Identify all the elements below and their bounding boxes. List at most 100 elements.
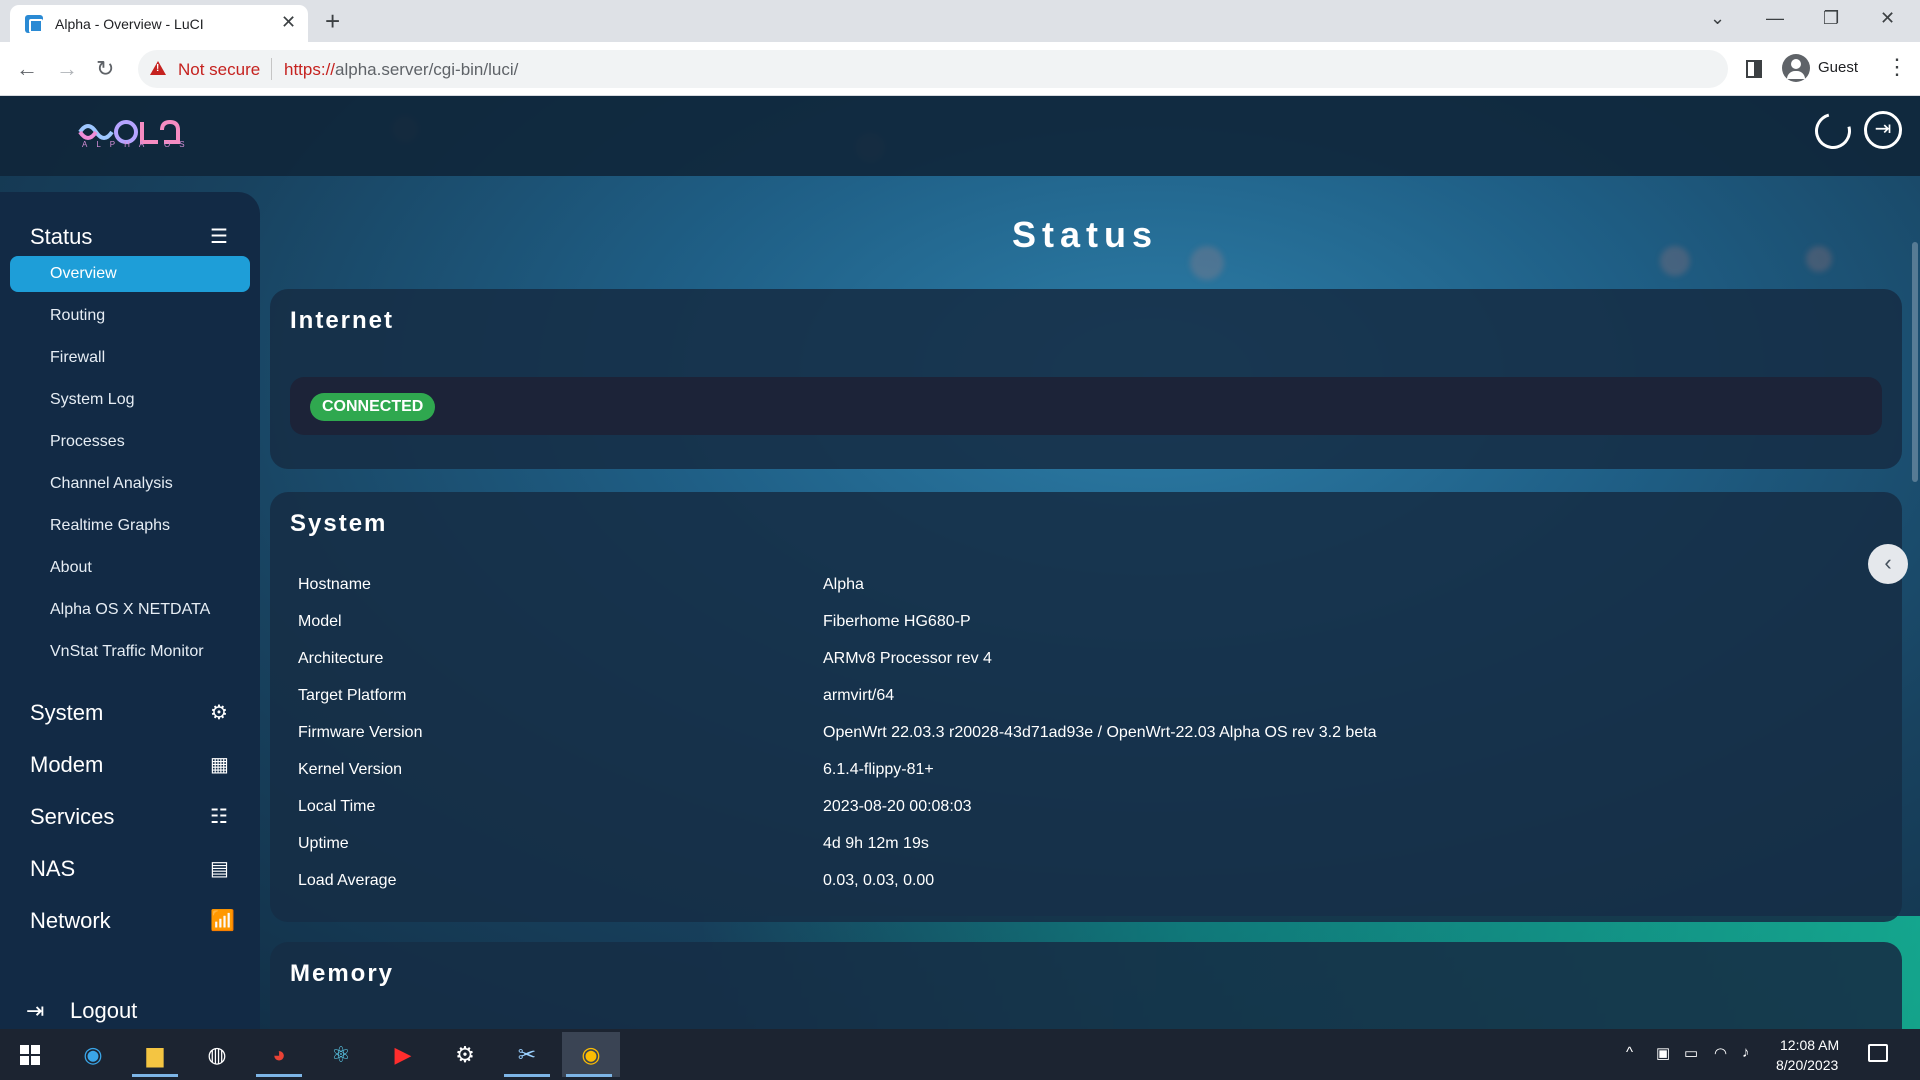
forward-arrow-icon[interactable]: →: [56, 56, 78, 82]
luci-page: ALPHA OS ⇥ Status ☰ Overview Routing Fir…: [0, 96, 1920, 1029]
browser-tab-bar: Alpha - Overview - LuCI ✕ + ⌄ — ❐ ✕: [0, 0, 1920, 42]
info-value: Fiberhome HG680-P: [823, 613, 971, 630]
url-path: alpha.server/cgi-bin/luci/: [335, 60, 519, 79]
tray-chevron-up-icon[interactable]: ^: [1626, 1044, 1633, 1061]
system-card: System Hostname Alpha Model Fiberhome HG…: [270, 492, 1902, 922]
scrollbar[interactable]: [1912, 242, 1918, 482]
sidebar-item-realtime-graphs[interactable]: Realtime Graphs: [10, 508, 250, 544]
info-value: 6.1.4-flippy-81+: [823, 761, 934, 778]
logout-icon: ⇥: [26, 998, 45, 1023]
restore-icon[interactable]: ❐: [1823, 8, 1839, 29]
info-value: OpenWrt 22.03.3 r20028-43d71ad93e / Open…: [823, 724, 1377, 741]
logout-header-icon[interactable]: ⇥: [1864, 111, 1902, 149]
browser-tab[interactable]: Alpha - Overview - LuCI ✕: [10, 5, 308, 42]
url-scheme: https://: [284, 60, 336, 79]
memory-card: Memory: [270, 942, 1902, 1029]
info-label: Local Time: [298, 798, 376, 815]
media-player-icon[interactable]: ▶: [376, 1032, 430, 1077]
tab-search-chevron-icon[interactable]: ⌄: [1710, 8, 1725, 29]
not-secure-label[interactable]: Not secure: [178, 60, 260, 80]
tray-device-icon[interactable]: ▣: [1656, 1044, 1670, 1062]
sidebar-item-overview[interactable]: Overview: [10, 256, 250, 292]
info-value: 2023-08-20 00:08:03: [823, 798, 972, 815]
reload-icon[interactable]: ↻: [96, 56, 114, 82]
volume-icon[interactable]: ♪: [1742, 1044, 1750, 1061]
info-value: 0.03, 0.03, 0.00: [823, 872, 935, 889]
wifi-icon[interactable]: ◠: [1714, 1044, 1727, 1062]
sidebar-section-nas[interactable]: NAS: [30, 856, 75, 882]
refresh-icon[interactable]: [1808, 106, 1858, 156]
profile-label[interactable]: Guest: [1818, 59, 1858, 76]
list-icon: ☰: [210, 226, 228, 248]
chrome-icon[interactable]: ◉: [562, 1032, 620, 1077]
app-running-indicator: [504, 1074, 550, 1077]
sidebar-item-about[interactable]: About: [10, 550, 250, 586]
info-label: Model: [298, 613, 342, 630]
notification-center-icon[interactable]: [1868, 1044, 1888, 1062]
chevron-left-icon[interactable]: ‹: [1868, 544, 1908, 584]
sidebar: Status ☰ Overview Routing Firewall Syste…: [0, 192, 260, 1029]
internet-card: Internet CONNECTED: [270, 289, 1902, 469]
storage-icon: ▤: [210, 858, 229, 880]
sidebar-item-firewall[interactable]: Firewall: [10, 340, 250, 376]
windows-start-icon[interactable]: [20, 1045, 40, 1065]
app-running-indicator: [132, 1074, 178, 1077]
edge-icon[interactable]: ◉: [66, 1032, 120, 1077]
sidebar-item-channel-analysis[interactable]: Channel Analysis: [10, 466, 250, 502]
sidebar-item-processes[interactable]: Processes: [10, 424, 250, 460]
internet-status-panel: CONNECTED: [290, 377, 1882, 435]
battery-icon[interactable]: ▭: [1684, 1044, 1698, 1062]
luci-header: ALPHA OS ⇥: [0, 96, 1920, 176]
sidebar-item-system-log[interactable]: System Log: [10, 382, 250, 418]
chrome-profile-icon[interactable]: ◕: [252, 1032, 306, 1077]
antenna-icon: 📶: [210, 910, 235, 932]
url-separator: [271, 58, 272, 80]
info-label: Target Platform: [298, 687, 407, 704]
sidebar-item-netdata[interactable]: Alpha OS X NETDATA: [10, 592, 250, 628]
back-arrow-icon[interactable]: ←: [16, 56, 38, 82]
close-tab-icon[interactable]: ✕: [281, 12, 296, 33]
app-running-indicator: [566, 1074, 612, 1077]
clock-time[interactable]: 12:08 AM: [1780, 1037, 1839, 1053]
browser-menu-icon[interactable]: ⋮: [1886, 54, 1908, 80]
info-value: ARMv8 Processor rev 4: [823, 650, 992, 667]
side-panel-icon[interactable]: [1746, 60, 1762, 78]
clock-date[interactable]: 8/20/2023: [1776, 1057, 1838, 1073]
profile-avatar-icon[interactable]: [1782, 54, 1810, 82]
sidebar-logout[interactable]: Logout: [70, 998, 137, 1024]
logo-subtitle: ALPHA OS: [82, 140, 194, 149]
url-input[interactable]: Not secure https://alpha.server/cgi-bin/…: [138, 50, 1728, 88]
page-title: Status: [1011, 214, 1159, 255]
minimize-icon[interactable]: —: [1766, 8, 1784, 29]
warning-triangle-icon: [150, 61, 166, 75]
new-tab-button[interactable]: +: [325, 6, 340, 37]
snipping-tool-icon[interactable]: ✂: [500, 1032, 554, 1077]
settings-gear-icon[interactable]: ⚙: [438, 1032, 492, 1077]
url-text: https://alpha.server/cgi-bin/luci/: [284, 60, 518, 80]
whatsapp-icon[interactable]: ◍: [190, 1032, 244, 1077]
luci-favicon-icon: [25, 15, 43, 33]
address-bar: ← → ↻ Not secure https://alpha.server/cg…: [0, 42, 1920, 96]
sidebar-section-system[interactable]: System: [30, 700, 103, 726]
info-value: Alpha: [823, 576, 864, 593]
file-explorer-icon[interactable]: ▆: [128, 1032, 182, 1077]
sidebar-item-vnstat[interactable]: VnStat Traffic Monitor: [10, 634, 250, 670]
sidebar-section-status[interactable]: Status: [30, 224, 92, 250]
alpha-os-logo: [78, 119, 180, 144]
taskbar: ◉ ▆ ◍ ◕ ⚛ ▶ ⚙ ✂ ◉ ^ ▣ ▭ ◠ ♪ 12:08 AM 8/2…: [0, 1029, 1920, 1080]
gear-icon: ⚙: [210, 702, 228, 724]
sidebar-section-modem[interactable]: Modem: [30, 752, 103, 778]
sliders-icon: ☷: [210, 806, 228, 828]
info-value: armvirt/64: [823, 687, 895, 704]
info-label: Architecture: [298, 650, 384, 667]
react-icon[interactable]: ⚛: [314, 1032, 368, 1077]
tab-title: Alpha - Overview - LuCI: [55, 16, 204, 32]
close-window-icon[interactable]: ✕: [1880, 8, 1895, 29]
connected-status-badge: CONNECTED: [310, 393, 436, 421]
internet-title: Internet: [290, 307, 395, 334]
sidebar-item-routing[interactable]: Routing: [10, 298, 250, 334]
sidebar-section-network[interactable]: Network: [30, 908, 111, 934]
memory-title: Memory: [290, 960, 395, 987]
system-title: System: [290, 510, 388, 537]
sidebar-section-services[interactable]: Services: [30, 804, 114, 830]
